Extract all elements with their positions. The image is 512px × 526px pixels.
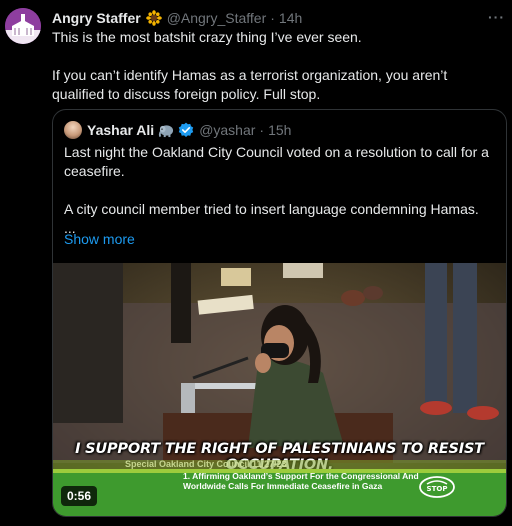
elephant-icon	[158, 123, 175, 138]
author-handle[interactable]: @Angry_Staffer	[167, 10, 267, 26]
quoted-tweet-header: Yashar Ali @yashar · 15h	[64, 121, 291, 139]
tweet-timestamp[interactable]: 14h	[279, 10, 302, 26]
tweet-text: This is the most batshit crazy thing I’v…	[52, 28, 502, 104]
separator-dot: ·	[270, 10, 275, 26]
quoted-tweet[interactable]: Yashar Ali @yashar · 15h Last night the …	[52, 109, 507, 517]
quoted-tweet-text: Last night the Oakland City Council vote…	[64, 143, 496, 238]
quoted-paragraph: Last night the Oakland City Council vote…	[64, 144, 489, 179]
author-name[interactable]: Angry Staffer	[52, 10, 141, 26]
tweet-header: Angry Staffer @Angry_Staffer · 14h	[52, 8, 302, 28]
quoted-tweet-timestamp[interactable]: 15h	[268, 122, 291, 138]
video-player[interactable]: I SUPPORT THE RIGHT OF PALESTINIANS TO R…	[53, 263, 506, 516]
logo-text: STOP	[427, 485, 448, 493]
sunflower-icon	[145, 10, 162, 26]
show-more-link[interactable]: Show more	[64, 231, 135, 247]
separator-dot: ·	[259, 122, 265, 138]
more-options-icon[interactable]: ···	[488, 9, 505, 25]
tweet-paragraph: This is the most batshit crazy thing I’v…	[52, 29, 362, 45]
lower-third-title: Special Oakland City Council 11/27/23	[125, 459, 287, 469]
author-avatar[interactable]	[5, 8, 41, 44]
verified-badge-icon[interactable]	[178, 122, 194, 138]
quoted-author-handle[interactable]: @yashar	[199, 122, 255, 138]
quoted-paragraph: A city council member tried to insert la…	[64, 201, 479, 217]
quoted-author-name[interactable]: Yashar Ali	[87, 122, 154, 138]
tweet-paragraph: If you can’t identify Hamas as a terrori…	[52, 67, 448, 102]
agenda-item-text: 1. Affirming Oakland’s Support For the C…	[183, 471, 419, 491]
quoted-author-avatar[interactable]	[64, 121, 82, 139]
video-duration: 0:56	[61, 486, 98, 506]
stop-logo-icon: STOP	[418, 475, 456, 499]
